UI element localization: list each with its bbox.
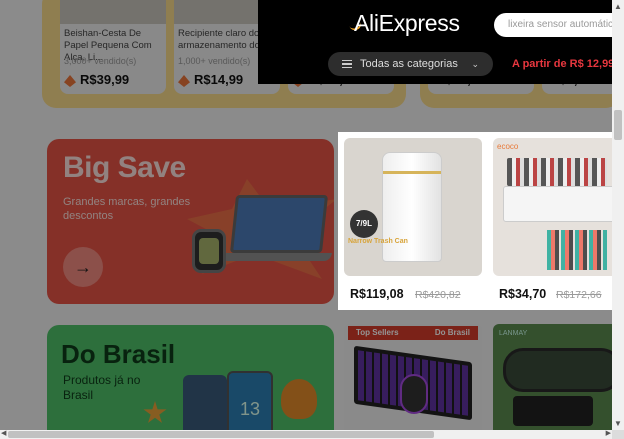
toothbrushes-image bbox=[547, 230, 607, 270]
scrollbar-corner bbox=[612, 430, 624, 439]
product-old-price: R$172,66 bbox=[556, 289, 602, 301]
phone-image bbox=[183, 375, 227, 430]
capacity-badge: 7/9L bbox=[350, 210, 378, 238]
product-sold: 3,000+ vendido(s) bbox=[64, 56, 137, 66]
product-price: R$39,99 bbox=[80, 72, 130, 87]
speaker-product-card[interactable]: LANMAY bbox=[493, 324, 612, 430]
do-brasil-title: Do Brasil bbox=[61, 339, 176, 369]
rack-image bbox=[503, 186, 612, 222]
scroll-thumb[interactable] bbox=[8, 431, 434, 438]
scroll-left-icon[interactable]: ◀ bbox=[1, 429, 6, 437]
scroll-thumb[interactable] bbox=[614, 110, 622, 140]
fire-icon bbox=[64, 75, 76, 87]
top-sellers-label: Top Sellers bbox=[356, 328, 399, 337]
brand-label: ecoco bbox=[497, 142, 519, 151]
do-brasil-label: Do Brasil bbox=[434, 328, 470, 337]
promo-link[interactable]: A partir de R$ 12,99 bbox=[512, 58, 612, 70]
bottles-image bbox=[507, 158, 607, 186]
product-price: R$14,99 bbox=[194, 72, 244, 87]
product-price: R$34,70 bbox=[499, 287, 547, 301]
big-save-banner[interactable]: Big Save Grandes marcas, grandes descont… bbox=[47, 139, 334, 304]
search-input[interactable]: lixeira sensor automático bbox=[494, 13, 612, 37]
horizontal-scrollbar[interactable]: ◀ ▶ bbox=[0, 430, 612, 439]
mouse-image bbox=[400, 374, 428, 414]
smartwatch-image bbox=[192, 229, 226, 273]
product-old-price: R$420,82 bbox=[415, 289, 461, 301]
product-card[interactable]: Beishan-Cesta De Papel Pequena Com Alça,… bbox=[60, 0, 166, 94]
laptop-base-image bbox=[222, 253, 332, 261]
highlighted-deals-panel: 7/9L Narrow Trash Can ecoco R$119,08 R$4… bbox=[338, 132, 612, 310]
scroll-up-icon[interactable]: ▲ bbox=[614, 2, 622, 11]
product-price: R$119,08 bbox=[350, 287, 404, 301]
fire-icon bbox=[178, 75, 190, 87]
menu-icon bbox=[342, 60, 352, 68]
scroll-right-icon[interactable]: ▶ bbox=[606, 429, 611, 437]
trash-can-product-card[interactable]: 7/9L Narrow Trash Can bbox=[344, 138, 482, 276]
bathroom-organizer-product-card[interactable]: ecoco bbox=[493, 138, 612, 276]
site-header: AliExpress lixeira sensor automático Tod… bbox=[258, 0, 612, 84]
product-sold: 1,000+ vendido(s) bbox=[178, 56, 251, 66]
scroll-down-icon[interactable]: ▼ bbox=[614, 419, 622, 428]
speaker-image bbox=[503, 348, 612, 392]
do-brasil-subtitle: Produtos já no Brasil bbox=[63, 373, 141, 402]
big-save-title: Big Save bbox=[63, 151, 186, 184]
vertical-scrollbar[interactable]: ▲ ▼ bbox=[612, 0, 624, 430]
aliexpress-logo[interactable]: AliExpress bbox=[354, 10, 460, 37]
toucan-image bbox=[281, 379, 317, 419]
product-label: Narrow Trash Can bbox=[348, 238, 408, 245]
flashlight-image bbox=[513, 396, 593, 426]
phone-image: 13 bbox=[227, 371, 273, 430]
laptop-image bbox=[229, 195, 329, 253]
all-categories-button[interactable]: Todas as categorias ⌄ bbox=[328, 52, 493, 76]
top-sellers-tag: Top Sellers Do Brasil bbox=[348, 326, 478, 340]
arrow-right-icon[interactable]: → bbox=[63, 247, 103, 287]
product-image bbox=[60, 0, 166, 24]
chevron-down-icon: ⌄ bbox=[471, 58, 479, 69]
do-brasil-banner[interactable]: Do Brasil Produtos já no Brasil 13 bbox=[47, 325, 334, 430]
keyboard-product-card[interactable]: Top Sellers Do Brasil bbox=[344, 324, 482, 430]
brand-label: LANMAY bbox=[499, 330, 528, 337]
page-viewport: Beishan-Cesta De Papel Pequena Com Alça,… bbox=[0, 0, 612, 430]
star-icon bbox=[143, 401, 167, 423]
big-save-subtitle: Grandes marcas, grandes descontos bbox=[63, 196, 191, 222]
all-categories-label: Todas as categorias bbox=[360, 58, 458, 70]
